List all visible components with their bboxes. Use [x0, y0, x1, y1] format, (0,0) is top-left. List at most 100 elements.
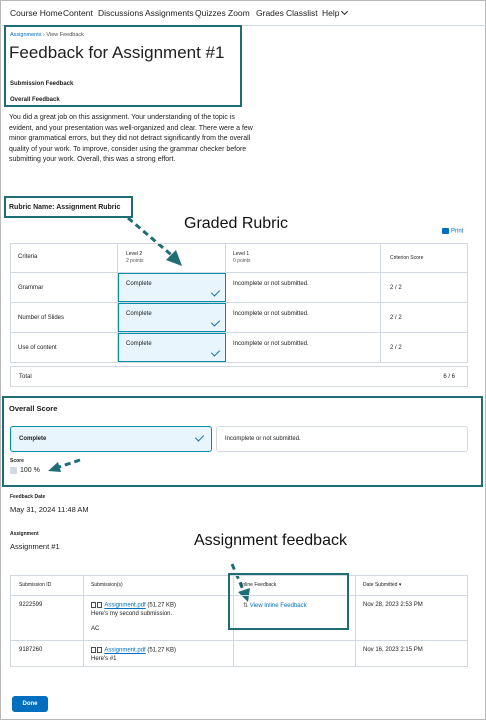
submission-file-link[interactable]: Assignment.pdf [104, 603, 145, 609]
overall-score-incomplete-option[interactable]: Incomplete or not submitted. [216, 426, 468, 452]
date-submitted-label: Date Submitted [363, 582, 398, 588]
feedback-date-value: May 31, 2024 11:48 AM [10, 505, 89, 514]
date-submitted: Nov 16, 2023 2:15 PM [363, 647, 423, 653]
level2-selected-cell[interactable]: Complete [118, 273, 226, 302]
score-label: Score [10, 458, 24, 464]
rubric-row: Number of Slides Complete Incomplete or … [11, 302, 467, 332]
nav-content[interactable]: Content [63, 8, 93, 18]
criterion-score: 2 / 2 [390, 315, 402, 321]
download-icon[interactable] [91, 602, 96, 608]
breadcrumb-current: View Feedback [46, 32, 84, 38]
print-button[interactable]: Print [442, 228, 463, 235]
criterion-score-header: Criterion Score [390, 255, 424, 261]
level1-text: Incomplete or not submitted. [233, 281, 309, 287]
chevron-down-icon [341, 7, 349, 16]
level2-header: Level 2 [126, 251, 143, 257]
date-submitted: Nov 28, 2023 2:53 PM [363, 602, 423, 608]
submission-file-link[interactable]: Assignment.pdf [104, 648, 145, 654]
submission-id: 9222599 [19, 602, 43, 608]
print-label: Print [451, 228, 464, 235]
level1-text: Incomplete or not submitted. [233, 341, 309, 347]
criterion-name: Grammar [18, 285, 44, 291]
rubric-name: Rubric Name: Assignment Rubric [9, 204, 121, 211]
nav-help-label: Help [322, 8, 340, 18]
breadcrumb-assignments-link[interactable]: Assignments [10, 32, 42, 38]
breadcrumb-separator: › [43, 32, 45, 38]
level2-selected-cell[interactable]: Complete [118, 303, 226, 332]
total-value: 6 / 6 [443, 374, 455, 380]
score-icon [10, 467, 17, 474]
level1-header: Level 1 [233, 251, 250, 257]
nav-help[interactable]: Help [322, 7, 349, 18]
nav-assignments[interactable]: Assignments [145, 8, 194, 18]
criterion-cell: Grammar [11, 273, 118, 302]
rubric-row: Use of content Complete Incomplete or no… [11, 332, 467, 362]
submission-file-size: (51.27 KB) [147, 602, 177, 609]
submission-initials: AC [91, 626, 100, 632]
level1-points: 0 points [233, 258, 251, 264]
feedback-date-label: Feedback Date [10, 494, 46, 500]
checkmark-icon [210, 287, 221, 297]
checkmark-icon [210, 317, 221, 327]
level1-cell[interactable]: Incomplete or not submitted. [226, 333, 381, 362]
submission-file: Assignment.pdf (51.27 KB) [91, 647, 176, 654]
nav-quizzes[interactable]: Quizzes [195, 8, 226, 18]
nav-classlist[interactable]: Classlist [286, 8, 318, 18]
rubric-header-row: Criteria Level 2 2 points Level 1 0 poin… [11, 244, 467, 272]
inline-feedback-annotation-box [228, 573, 349, 630]
criterion-score: 2 / 2 [390, 345, 402, 351]
criteria-header: Criteria [18, 254, 38, 260]
overall-score-title: Overall Score [9, 404, 58, 413]
criterion-score: 2 / 2 [390, 285, 402, 291]
submission-row: 9187260 Assignment.pdf (51.27 KB) Here's… [11, 640, 467, 668]
level1-cell[interactable]: Incomplete or not submitted. [226, 273, 381, 302]
overall-feedback-heading: Overall Feedback [10, 97, 60, 103]
submission-comment: Here's my second submission. [91, 611, 173, 617]
submission-feedback-heading: Submission Feedback [10, 81, 74, 87]
submission-id: 9187260 [19, 647, 43, 653]
nav-discussions[interactable]: Discussions [98, 8, 143, 18]
criterion-score-cell: 2 / 2 [381, 303, 467, 332]
nav-course-home[interactable]: Course Home [10, 8, 62, 18]
rubric-total-row: Total 6 / 6 [10, 366, 468, 387]
submission-file-size: (51.27 KB) [147, 647, 177, 654]
level2-text: Complete [126, 311, 152, 317]
annotation-arrow-icon [48, 458, 81, 472]
assignment-value: Assignment #1 [10, 542, 60, 551]
level1-text: Incomplete or not submitted. [233, 311, 309, 317]
top-nav: Course Home Content Discussions Assignme… [0, 0, 486, 26]
overall-score-complete-label: Complete [19, 436, 47, 442]
level2-selected-cell[interactable]: Complete [118, 333, 226, 362]
file-icon [97, 647, 102, 653]
file-icon [97, 602, 102, 608]
criterion-score-cell: 2 / 2 [381, 273, 467, 302]
nav-zoom[interactable]: Zoom [228, 8, 250, 18]
criterion-score-cell: 2 / 2 [381, 333, 467, 362]
date-submitted-header[interactable]: Date Submitted ▾ [363, 582, 401, 588]
criterion-cell: Number of Slides [11, 303, 118, 332]
total-label: Total [19, 374, 32, 380]
submission-file: Assignment.pdf (51.27 KB) [91, 602, 176, 609]
overall-score-incomplete-label: Incomplete or not submitted. [225, 436, 301, 442]
sort-down-icon: ▾ [398, 582, 402, 588]
printer-icon [442, 228, 449, 234]
submission-comment: Here's #1 [91, 656, 117, 662]
nav-grades[interactable]: Grades [256, 8, 284, 18]
level1-cell[interactable]: Incomplete or not submitted. [226, 303, 381, 332]
assignment-feedback-annotation: Assignment feedback [194, 532, 347, 549]
level2-points: 2 points [126, 258, 144, 264]
overall-feedback-text: You did a great job on this assignment. … [9, 114, 253, 163]
done-button[interactable]: Done [12, 696, 48, 712]
download-icon[interactable] [91, 647, 96, 653]
score-value: 100 % [20, 467, 40, 474]
rubric-table: Criteria Level 2 2 points Level 1 0 poin… [10, 243, 468, 363]
criterion-name: Number of Slides [18, 315, 65, 321]
breadcrumb: Assignments › View Feedback [10, 32, 84, 38]
submissions-header: Submission(s) [91, 582, 123, 588]
checkmark-icon [194, 432, 205, 442]
overall-score-complete-option[interactable]: Complete [10, 426, 212, 452]
criterion-cell: Use of content [11, 333, 118, 362]
assignment-label: Assignment [10, 531, 39, 537]
checkmark-icon [210, 347, 221, 357]
level2-header-cell: Level 2 2 points [118, 244, 226, 272]
